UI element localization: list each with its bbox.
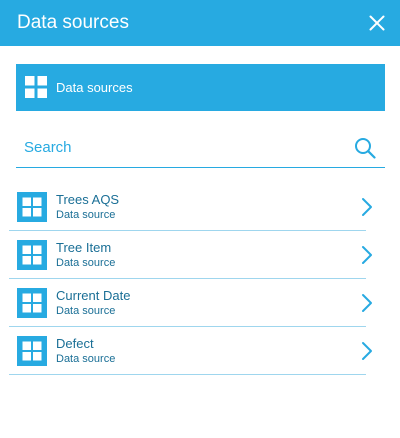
item-name: Defect: [56, 336, 94, 351]
item-name: Current Date: [56, 288, 131, 303]
grid-icon: [17, 192, 47, 222]
item-type: Data source: [56, 257, 116, 269]
chevron-right-icon[interactable]: [360, 341, 374, 361]
chevron-right-icon[interactable]: [360, 293, 374, 313]
search-input[interactable]: [24, 135, 344, 159]
item-name: Tree Item: [56, 240, 112, 255]
list-item[interactable]: Trees AQS Data source: [9, 183, 372, 231]
list-item[interactable]: Tree Item Data source: [9, 231, 372, 279]
item-name: Trees AQS: [56, 192, 120, 207]
item-type: Data source: [56, 209, 116, 221]
data-sources-bar-label: Data sources: [56, 80, 133, 95]
grid-icon: [25, 76, 47, 98]
close-button[interactable]: [362, 8, 392, 38]
grid-icon: [17, 240, 47, 270]
chevron-right-icon[interactable]: [360, 197, 374, 217]
item-type: Data source: [56, 305, 116, 317]
close-icon: [369, 15, 385, 31]
dialog-header: Data sources: [0, 0, 400, 46]
grid-icon: [17, 288, 47, 318]
search-box: [16, 129, 385, 168]
item-type: Data source: [56, 353, 116, 365]
dialog-title: Data sources: [17, 12, 129, 33]
list-item[interactable]: Defect Data source: [9, 327, 372, 375]
data-sources-bar[interactable]: Data sources: [16, 64, 385, 111]
list-item[interactable]: Current Date Data source: [9, 279, 372, 327]
grid-icon: [17, 336, 47, 366]
search-icon[interactable]: [354, 137, 376, 159]
data-source-list: Trees AQS Data source Tree Item Data sou…: [9, 183, 372, 375]
chevron-right-icon[interactable]: [360, 245, 374, 265]
